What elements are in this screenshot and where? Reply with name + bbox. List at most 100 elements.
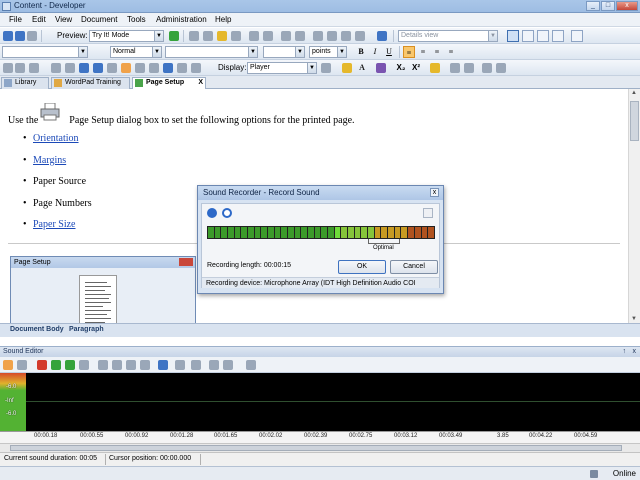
play-preview-icon[interactable] bbox=[169, 31, 179, 41]
margins-link[interactable]: Margins bbox=[33, 155, 66, 166]
save-icon[interactable] bbox=[27, 31, 37, 41]
stop-icon[interactable] bbox=[79, 360, 89, 370]
path-document-body[interactable]: Document Body bbox=[10, 326, 64, 333]
layout-view-5-button[interactable] bbox=[571, 30, 583, 42]
recorder-options-button[interactable] bbox=[423, 208, 433, 218]
media-insert-icon[interactable] bbox=[93, 63, 103, 73]
close-panel-icon[interactable]: x bbox=[633, 347, 637, 357]
style-select[interactable]: Normal ▼ bbox=[110, 46, 162, 58]
record-icon[interactable] bbox=[37, 360, 47, 370]
display-select[interactable]: Player ▼ bbox=[247, 62, 317, 74]
layout-view-1-button[interactable] bbox=[507, 30, 519, 42]
bullet-list-icon[interactable] bbox=[464, 63, 474, 73]
menu-help[interactable]: Help bbox=[215, 15, 231, 24]
sound-properties-icon[interactable] bbox=[246, 360, 256, 370]
document-scrollbar[interactable]: ▲ ▼ bbox=[628, 89, 640, 323]
maximize-button[interactable]: □ bbox=[601, 1, 615, 11]
italic-button[interactable]: I bbox=[369, 46, 381, 58]
clear-format-icon[interactable] bbox=[376, 63, 386, 73]
view-mode-select[interactable]: Details view ▼ bbox=[398, 30, 498, 42]
outdent-icon[interactable] bbox=[15, 63, 25, 73]
restart-icon[interactable] bbox=[222, 208, 232, 218]
list-item[interactable]: Orientation bbox=[23, 133, 92, 155]
hotspot-icon[interactable] bbox=[107, 63, 117, 73]
split-icon[interactable] bbox=[175, 360, 185, 370]
insert-symbol-icon[interactable] bbox=[51, 63, 61, 73]
comment-icon[interactable] bbox=[177, 63, 187, 73]
units-select[interactable]: points ▼ bbox=[309, 46, 347, 58]
sound-delete-icon[interactable] bbox=[140, 360, 150, 370]
preview-mode-select[interactable]: Try It! Mode ▼ bbox=[89, 30, 164, 42]
zoom-icon[interactable] bbox=[209, 360, 219, 370]
copy-icon[interactable] bbox=[203, 31, 213, 41]
sound-insert-icon[interactable] bbox=[3, 360, 13, 370]
font-color-button[interactable]: A bbox=[356, 62, 368, 74]
ok-button[interactable]: OK bbox=[338, 260, 386, 274]
sound-open-icon[interactable] bbox=[17, 360, 27, 370]
popup-icon[interactable] bbox=[121, 63, 131, 73]
pin-icon[interactable]: ↑ bbox=[623, 347, 627, 357]
hyperlink-icon[interactable] bbox=[163, 63, 173, 73]
paste-icon[interactable] bbox=[217, 31, 227, 41]
paragraph-select[interactable]: ▼ bbox=[2, 46, 88, 58]
help-icon[interactable] bbox=[377, 31, 387, 41]
sound-add-icon[interactable] bbox=[51, 360, 61, 370]
image-icon[interactable] bbox=[341, 31, 351, 41]
waveform-canvas[interactable] bbox=[26, 373, 640, 431]
subscript-button[interactable]: X₂ bbox=[395, 62, 407, 74]
silence-icon[interactable] bbox=[158, 360, 168, 370]
layout-view-3-button[interactable] bbox=[537, 30, 549, 42]
scroll-thumb[interactable] bbox=[10, 445, 622, 451]
menu-document[interactable]: Document bbox=[81, 15, 117, 24]
table-icon[interactable] bbox=[355, 31, 365, 41]
paper-size-link[interactable]: Paper Size bbox=[33, 219, 76, 230]
table-insert-icon[interactable] bbox=[65, 63, 75, 73]
superscript-button[interactable]: X² bbox=[410, 62, 422, 74]
orientation-link[interactable]: Orientation bbox=[33, 133, 79, 144]
redo-icon[interactable] bbox=[295, 31, 305, 41]
layout-view-2-button[interactable] bbox=[522, 30, 534, 42]
decrease-indent-icon[interactable] bbox=[482, 63, 492, 73]
waveform-scrollbar[interactable] bbox=[0, 443, 640, 452]
eraser-icon[interactable] bbox=[430, 63, 440, 73]
pause-record-icon[interactable] bbox=[207, 208, 217, 218]
sound-paste-icon[interactable] bbox=[126, 360, 136, 370]
tab-wordpad-training[interactable]: WordPad Training bbox=[51, 77, 130, 89]
crop-icon[interactable] bbox=[191, 360, 201, 370]
list-item[interactable]: Paper Size bbox=[23, 219, 92, 241]
underline-button[interactable]: U bbox=[383, 46, 395, 58]
font-size-select[interactable]: ▼ bbox=[263, 46, 305, 58]
close-tab-icon[interactable]: X bbox=[198, 78, 203, 88]
justify-button[interactable]: ≡ bbox=[445, 46, 457, 58]
path-paragraph[interactable]: Paragraph bbox=[69, 326, 104, 333]
anchor-icon[interactable] bbox=[29, 63, 39, 73]
menu-administration[interactable]: Administration bbox=[156, 15, 207, 24]
volume-icon[interactable] bbox=[223, 360, 233, 370]
sound-copy-icon[interactable] bbox=[112, 360, 122, 370]
scroll-up-icon[interactable]: ▲ bbox=[631, 90, 637, 96]
display-settings-icon[interactable] bbox=[321, 63, 331, 73]
open-icon[interactable] bbox=[15, 31, 25, 41]
scroll-down-icon[interactable]: ▼ bbox=[631, 316, 637, 322]
minimize-button[interactable]: _ bbox=[586, 1, 600, 11]
menu-file[interactable]: File bbox=[9, 15, 22, 24]
find-icon[interactable] bbox=[249, 31, 259, 41]
undo-icon[interactable] bbox=[281, 31, 291, 41]
format-painter-icon[interactable] bbox=[231, 31, 241, 41]
expand-icon[interactable] bbox=[135, 63, 145, 73]
cut-icon[interactable] bbox=[189, 31, 199, 41]
tab-library[interactable]: Library bbox=[1, 77, 49, 89]
font-select[interactable]: ▼ bbox=[165, 46, 258, 58]
cancel-button[interactable]: Cancel bbox=[390, 260, 438, 274]
align-left-button[interactable]: ≡ bbox=[403, 46, 415, 58]
list-item[interactable]: Margins bbox=[23, 155, 92, 177]
image-insert-icon[interactable] bbox=[79, 63, 89, 73]
replace-icon[interactable] bbox=[263, 31, 273, 41]
menu-view[interactable]: View bbox=[55, 15, 72, 24]
layout-view-4-button[interactable] bbox=[552, 30, 564, 42]
dialog-close-button[interactable]: x bbox=[430, 188, 439, 197]
close-window-button[interactable]: x bbox=[616, 1, 638, 11]
indent-icon[interactable] bbox=[3, 63, 13, 73]
link-icon[interactable] bbox=[327, 31, 337, 41]
align-right-button[interactable]: ≡ bbox=[431, 46, 443, 58]
